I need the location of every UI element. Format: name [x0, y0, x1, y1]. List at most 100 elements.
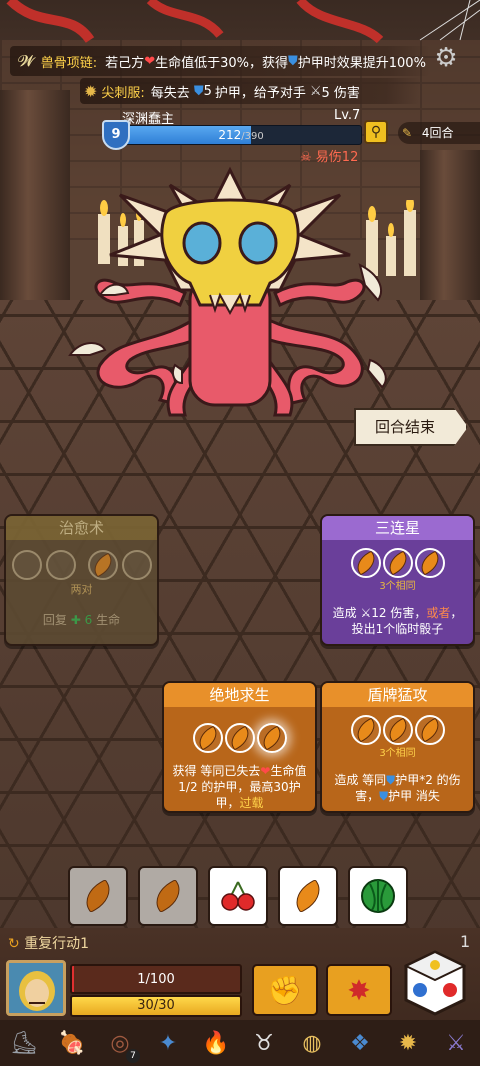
heal-card-title: 治愈术: [6, 516, 157, 540]
plus-icon: ✚: [70, 613, 81, 627]
settings-gear-icon[interactable]: ⚙: [432, 44, 460, 72]
heal-dice-slots: [6, 550, 157, 580]
dice-seed-used[interactable]: [138, 866, 198, 926]
dice-slot: [121, 550, 152, 580]
heal-desc-a: 回复: [42, 613, 67, 627]
relic-spike-armor-icon[interactable]: ✹: [388, 1023, 428, 1063]
triple-req: 3个相同: [379, 581, 416, 592]
desperate-survival-card[interactable]: 绝地求生 获得 等同已失去❤生命值1/2 的护甲，最高30护甲，过载: [162, 681, 317, 813]
desperate-title: 绝地求生: [164, 683, 315, 707]
cherry-icon: [221, 881, 255, 911]
seed-icon: [149, 878, 187, 914]
relic2-text-a: 每失去: [150, 85, 190, 101]
relic1-text-c: 护甲时效果提升100%: [297, 55, 426, 71]
inspect-magnifier-icon[interactable]: ⚲: [364, 120, 388, 144]
shield-bash-card[interactable]: 盾牌猛攻 3个相同 造成 等同⛊护甲*2 的伤害，⛊护甲 消失: [320, 681, 475, 813]
overload-keyword: 过载: [239, 796, 264, 810]
seed-dice-icon: [383, 550, 412, 576]
enemy-hp-max: /390: [241, 131, 264, 142]
watermelon-icon: [361, 879, 395, 913]
dice-slot: [382, 548, 413, 578]
relic-bar: ⛸ 🍖 ◎ 7 ✦ 🔥 ♉ ◍ ❖ ✹ ⚔: [0, 1020, 480, 1066]
repeat-action-text: 重复行动1: [24, 936, 90, 952]
dice-slot: [11, 550, 42, 580]
shield-desc-c: 护甲 消失: [388, 789, 440, 803]
seed-dice-icon: [225, 725, 254, 751]
shield-desc-a: 造成 等同: [334, 773, 387, 787]
relic-iron-boot-icon[interactable]: ⛸: [4, 1023, 44, 1063]
explosion-icon: ✸: [347, 973, 371, 1007]
burst-skill-button[interactable]: ✸: [326, 964, 392, 1016]
triple-desc-b: 12 伤害，: [371, 606, 427, 620]
relic-dragon-icon[interactable]: ⚔: [436, 1023, 476, 1063]
vulnerable-icon: ☠: [300, 150, 312, 165]
heal-desc-c: 生命: [96, 613, 121, 627]
relic-count-badge: 7: [126, 1049, 140, 1063]
seed-dice-icon: [257, 725, 286, 751]
relic-fire-icon[interactable]: 🔥: [196, 1023, 236, 1063]
dice-slot: [350, 715, 381, 745]
seed-dice-icon: [415, 550, 444, 576]
sword-icon: ⚔: [309, 83, 322, 99]
shield-bash-title: 盾牌猛攻: [322, 683, 473, 707]
seed-dice-icon: [193, 725, 222, 751]
shield-desc: 造成 等同⛊护甲*2 的伤害，⛊护甲 消失: [322, 772, 473, 804]
heart-icon: ❤: [144, 53, 156, 69]
relic2-text-b: 5: [203, 83, 212, 99]
triple-dice-slots: [322, 548, 473, 578]
dice-seed[interactable]: [278, 866, 338, 926]
seed-dice-icon: [383, 717, 412, 743]
dice-slot: [382, 715, 413, 745]
enemy-armor-value: 9: [111, 127, 121, 142]
relic-shield-disc-icon[interactable]: ◎ 7: [100, 1023, 140, 1063]
repeat-action: ↻ 重复行动1: [8, 933, 89, 953]
relic-mirror-icon[interactable]: ◍: [292, 1023, 332, 1063]
vulnerable-text: 易伤12: [315, 150, 359, 165]
bone-necklace-icon: 𝓦: [18, 51, 35, 70]
relic-meat-icon[interactable]: 🍖: [52, 1023, 92, 1063]
shield-dice-slots: [322, 715, 473, 745]
armor-shield-icon: ⛊: [288, 53, 298, 69]
triple-star-card[interactable]: 三连星 3个相同 造成 ⚔12 伤害，或者，投出1个临时骰子: [320, 514, 475, 646]
hero-portrait-icon: [9, 963, 63, 1013]
dice-cherry[interactable]: [208, 866, 268, 926]
relic-bull-skull-icon[interactable]: ♉: [244, 1023, 284, 1063]
enemy-hp-bar: 212/390: [120, 125, 362, 145]
armor-shield-icon: ⛊: [379, 789, 389, 803]
dice-watermelon[interactable]: [348, 866, 408, 926]
repeat-arrow-icon: ↻: [8, 936, 20, 952]
armor-shield-icon: ⛊: [386, 773, 396, 787]
abyss-lord-monster[interactable]: [60, 165, 400, 435]
relic2-name: 尖刺服:: [101, 85, 145, 101]
enemy-level: Lv.7: [334, 108, 361, 123]
fist-icon: ✊: [267, 973, 303, 1007]
seed-dice-icon: [415, 717, 444, 743]
dice-slot: [45, 550, 76, 580]
heal-req: 两对: [70, 583, 93, 596]
triple-desc: 造成 ⚔12 伤害，或者，投出1个临时骰子: [322, 605, 473, 637]
relic-banner-necklace: 𝓦 兽骨项链: 若己方 ❤ 生命值低于30%，获得 ⛊ 护甲时效果提升100%: [10, 46, 430, 76]
dice-slot: [224, 723, 255, 753]
dice-slot: [87, 550, 118, 580]
shield-req: 3个相同: [379, 748, 416, 759]
side-counter: 1: [460, 932, 471, 951]
relic-compass-icon[interactable]: ✦: [148, 1023, 188, 1063]
end-turn-button[interactable]: 回合结束: [354, 408, 468, 446]
sword-icon: ⚔: [360, 606, 372, 620]
scroll-icon: ✎: [402, 126, 413, 140]
player-energy-text: 30/30: [137, 998, 175, 1013]
punch-skill-button[interactable]: ✊: [252, 964, 318, 1016]
player-avatar[interactable]: [6, 960, 66, 1016]
armor-shield-icon: ⛊: [193, 83, 204, 99]
reroll-dice-button[interactable]: [404, 950, 466, 1016]
relic-blue-monster-icon[interactable]: ❖: [340, 1023, 380, 1063]
dice-seed-used[interactable]: [68, 866, 128, 926]
heal-card[interactable]: 治愈术 两对 回复 ✚ 6 生命: [4, 514, 159, 646]
relic2-text-d: 5 伤害: [321, 85, 360, 101]
player-energy-bar: 30/30: [70, 995, 242, 1017]
seed-dice-icon: [88, 552, 117, 578]
round-counter: ✎ 4回合: [398, 122, 480, 144]
player-hp-text: 1/100: [137, 972, 175, 987]
dice-slot: [256, 723, 287, 753]
relic1-text-b: 生命值低于30%，获得: [155, 55, 288, 71]
